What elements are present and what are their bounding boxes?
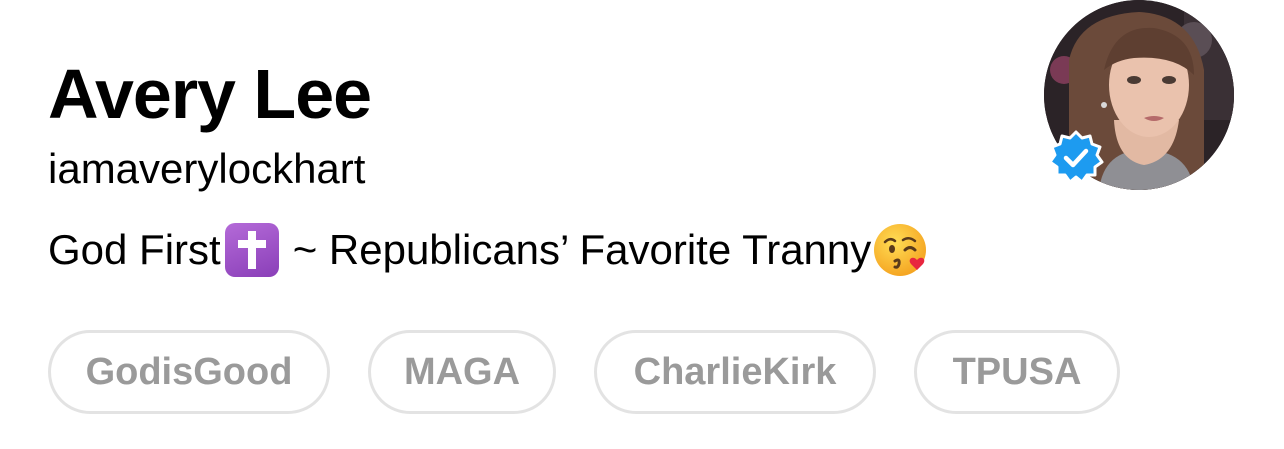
profile-header: Avery Lee iamaverylockhart God First ~ R… [0, 0, 1284, 449]
avatar-container[interactable] [1044, 0, 1236, 190]
bio: God First ~ Republicans’ Favorite Tranny [48, 222, 929, 278]
face-blowing-kiss-icon [873, 222, 929, 278]
latin-cross-icon [224, 223, 279, 277]
display-name: Avery Lee [48, 55, 372, 133]
username: iamaverylockhart [48, 145, 366, 192]
tag-list: GodisGood MAGA CharlieKirk TPUSA [48, 330, 1120, 414]
bio-text-part2: ~ Republicans’ Favorite Tranny [292, 226, 872, 273]
tag-chip[interactable]: MAGA [368, 330, 556, 414]
tag-chip[interactable]: CharlieKirk [594, 330, 876, 414]
tag-chip[interactable]: TPUSA [914, 330, 1120, 414]
bio-text-part1: God First [48, 226, 221, 273]
tag-chip[interactable]: GodisGood [48, 330, 330, 414]
verified-badge-icon [1048, 130, 1104, 186]
